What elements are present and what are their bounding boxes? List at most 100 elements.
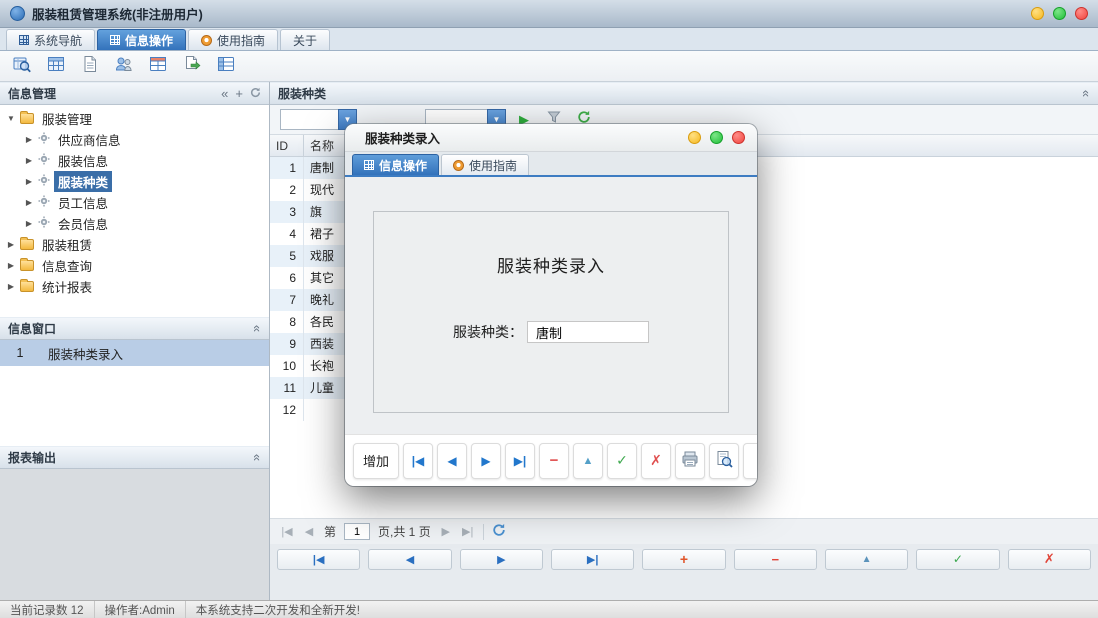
expand-arrow-icon[interactable]: ▶ xyxy=(24,198,34,207)
first-record-button[interactable]: |◀ xyxy=(403,443,433,479)
collapse-up-icon[interactable]: « xyxy=(250,325,265,332)
export-button[interactable] xyxy=(179,54,205,78)
list-item-category-entry[interactable]: 1 服装种类录入 xyxy=(0,340,269,366)
tab-label: 使用指南 xyxy=(469,157,517,174)
tree-item-supplier-info[interactable]: ▶ 供应商信息 xyxy=(0,129,269,150)
delete-record-button[interactable]: − xyxy=(734,549,817,570)
next-record-button[interactable]: ▶ xyxy=(460,549,543,570)
document-button[interactable] xyxy=(77,54,103,78)
window-controls xyxy=(1031,7,1088,20)
info-window-list: 1 服装种类录入 xyxy=(0,340,269,446)
dialog-tab-user-guide[interactable]: 使用指南 xyxy=(441,154,529,175)
tree-item-clothing-category[interactable]: ▶ 服装种类 xyxy=(0,171,269,192)
cell-id: 12 xyxy=(270,399,304,421)
add-icon[interactable]: + xyxy=(235,86,243,101)
category-field-label: 服装种类： xyxy=(453,322,523,342)
filter-field-input[interactable] xyxy=(280,109,338,130)
dialog-tab-info-operations[interactable]: 信息操作 xyxy=(352,154,439,175)
pager-first-button[interactable]: |◀ xyxy=(280,525,294,538)
prev-record-button[interactable]: ◀ xyxy=(437,443,467,479)
filter-field-combobox[interactable]: ▼ xyxy=(280,109,357,130)
add-record-button[interactable]: + xyxy=(642,549,725,570)
tab-info-operations[interactable]: 信息操作 xyxy=(97,29,186,50)
table-columns-button[interactable] xyxy=(213,54,239,78)
title-bar: 服装租赁管理系统(非注册用户) xyxy=(0,0,1098,28)
tree-item-label: 统计报表 xyxy=(38,276,96,297)
table-edit-icon xyxy=(149,55,167,78)
dialog-title: 服装种类录入 xyxy=(365,128,440,147)
table-edit-button[interactable] xyxy=(145,54,171,78)
add-record-button[interactable]: 增加 xyxy=(353,443,399,479)
edit-record-button[interactable]: ▲ xyxy=(573,443,603,479)
tree-item-clothing-management[interactable]: ▼ 服装管理 xyxy=(0,108,269,129)
expand-arrow-icon[interactable]: ▶ xyxy=(24,156,34,165)
preview-button[interactable] xyxy=(709,443,739,479)
tab-label: 信息操作 xyxy=(379,157,427,174)
collapse-up-icon[interactable]: « xyxy=(250,454,265,461)
tree-item-label: 员工信息 xyxy=(54,192,112,213)
status-message: 本系统支持二次开发和全新开发! xyxy=(186,601,370,618)
confirm-button[interactable]: ✓ xyxy=(916,549,999,570)
first-record-button[interactable]: |◀ xyxy=(277,549,360,570)
pager-prev-button[interactable]: ◀ xyxy=(302,525,316,538)
category-entry-dialog: 服装种类录入 信息操作 使用指南 服装种类录入 服装种类： xyxy=(345,124,757,486)
next-record-button[interactable]: ▶ xyxy=(471,443,501,479)
expand-arrow-icon[interactable]: ▶ xyxy=(6,261,16,270)
clock-icon xyxy=(201,35,212,46)
tab-user-guide[interactable]: 使用指南 xyxy=(188,29,278,50)
tree-item-clothing-info[interactable]: ▶ 服装信息 xyxy=(0,150,269,171)
page-info: 页,共 1 页 xyxy=(378,523,431,540)
dialog-title-bar[interactable]: 服装种类录入 xyxy=(345,124,757,152)
pager-last-button[interactable]: ▶| xyxy=(461,525,475,538)
tree-item-employee-info[interactable]: ▶ 员工信息 xyxy=(0,192,269,213)
record-action-bar: |◀ ◀ ▶ ▶| + − ▲ ✓ ✗ xyxy=(270,544,1098,574)
expand-arrow-icon[interactable]: ▶ xyxy=(24,135,34,144)
export-icon xyxy=(183,55,201,78)
tab-label: 关于 xyxy=(293,32,317,49)
collapse-left-icon[interactable]: « xyxy=(221,86,228,101)
minimize-button[interactable] xyxy=(1031,7,1044,20)
tab-system-navigation[interactable]: 系统导航 xyxy=(6,29,95,50)
tree-item-member-info[interactable]: ▶ 会员信息 xyxy=(0,213,269,234)
column-header-id[interactable]: ID xyxy=(270,135,304,156)
dialog-maximize-button[interactable] xyxy=(710,131,723,144)
tree-item-clothing-rental[interactable]: ▶ 服装租赁 xyxy=(0,234,269,255)
tree-item-label: 供应商信息 xyxy=(54,129,125,150)
last-record-button[interactable]: ▶| xyxy=(505,443,535,479)
clock-icon xyxy=(453,160,464,171)
last-record-button[interactable]: ▶| xyxy=(551,549,634,570)
delete-record-button[interactable]: − xyxy=(539,443,569,479)
close-button[interactable] xyxy=(1075,7,1088,20)
users-button[interactable] xyxy=(111,54,137,78)
list-item-label: 服装种类录入 xyxy=(40,344,123,363)
dialog-minimize-button[interactable] xyxy=(688,131,701,144)
print-button[interactable] xyxy=(675,443,705,479)
query-table-button[interactable] xyxy=(9,54,35,78)
tab-about[interactable]: 关于 xyxy=(280,29,330,50)
cell-id: 5 xyxy=(270,245,304,267)
confirm-button[interactable]: ✓ xyxy=(607,443,637,479)
collapse-up-icon[interactable]: « xyxy=(1079,90,1094,97)
tree-item-info-query[interactable]: ▶ 信息查询 xyxy=(0,255,269,276)
prev-record-button[interactable]: ◀ xyxy=(368,549,451,570)
expand-arrow-icon[interactable]: ▶ xyxy=(6,282,16,291)
users-icon xyxy=(115,55,133,78)
category-input[interactable] xyxy=(527,321,649,343)
expand-arrow-icon[interactable]: ▶ xyxy=(6,240,16,249)
collapse-arrow-icon[interactable]: ▼ xyxy=(6,114,16,123)
expand-arrow-icon[interactable]: ▶ xyxy=(24,177,34,186)
pager-next-button[interactable]: ▶ xyxy=(439,525,453,538)
maximize-button[interactable] xyxy=(1053,7,1066,20)
dialog-close-button[interactable] xyxy=(732,131,745,144)
refresh-icon[interactable] xyxy=(250,86,261,101)
table-view-button[interactable] xyxy=(43,54,69,78)
pager-refresh-button[interactable] xyxy=(492,523,506,540)
page-number-input[interactable] xyxy=(344,523,370,540)
expand-arrow-icon[interactable]: ▶ xyxy=(24,219,34,228)
cancel-button[interactable]: ✗ xyxy=(641,443,671,479)
cancel-button[interactable]: ✗ xyxy=(1008,549,1091,570)
search-table-icon xyxy=(13,55,31,78)
overflow-button[interactable] xyxy=(743,443,757,479)
edit-record-button[interactable]: ▲ xyxy=(825,549,908,570)
tree-item-statistics-report[interactable]: ▶ 统计报表 xyxy=(0,276,269,297)
